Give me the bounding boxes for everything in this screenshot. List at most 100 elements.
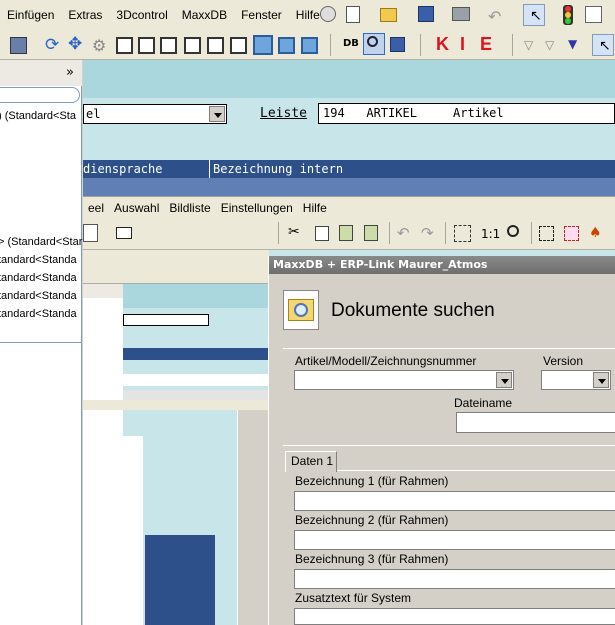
tree-item[interactable]: tandard<Standa — [0, 290, 77, 302]
dialog-title[interactable]: MaxxDB + ERP-Link Maurer_Atmos — [269, 256, 615, 274]
bez1-label: Bezeichnung 1 (für Rahmen) — [295, 474, 449, 488]
db-label[interactable]: DB — [343, 38, 359, 49]
redo-icon[interactable]: ↷ — [421, 224, 434, 242]
nested-dialog — [237, 410, 269, 625]
zusatz-input[interactable] — [294, 608, 615, 625]
undo-2-icon[interactable]: ↶ — [397, 224, 410, 242]
menu-einstellungen[interactable]: Einstellungen — [216, 201, 298, 215]
feature-tree-pane: » ) (Standard<Sta > (Standard<Star tanda… — [0, 60, 82, 625]
menu-auswahl[interactable]: Auswahl — [109, 201, 164, 215]
filter-select-icon[interactable]: ▽ — [545, 38, 554, 52]
form-top-band — [83, 60, 615, 98]
pane-header: » — [0, 60, 82, 86]
copy-icon[interactable] — [315, 226, 329, 241]
paste-icon[interactable] — [339, 225, 353, 241]
artikel-combo[interactable] — [294, 370, 514, 390]
dialog-heading: Dokumente suchen — [331, 300, 495, 321]
pin-icon[interactable] — [320, 6, 336, 22]
filter-blue-icon[interactable]: ▼ — [568, 37, 577, 51]
shaded-edges-icon[interactable] — [278, 37, 295, 54]
zoom-ratio-button[interactable]: 1:1 — [481, 227, 500, 241]
tab-daten-1[interactable]: Daten 1 — [285, 451, 337, 472]
save-icon[interactable] — [418, 6, 434, 22]
menu-fenster[interactable]: Fenster — [234, 8, 289, 22]
i-button[interactable]: I — [460, 34, 465, 55]
view-cube-2-icon[interactable] — [138, 37, 155, 54]
shaded-cube-icon[interactable] — [301, 37, 318, 54]
e-button[interactable]: E — [480, 34, 492, 55]
bez1-input[interactable] — [294, 491, 615, 511]
undo-icon[interactable]: ↶ — [488, 7, 501, 26]
gear-icon[interactable]: ⚙ — [92, 36, 109, 55]
tab-baseline — [337, 470, 615, 471]
version-combo[interactable] — [541, 370, 611, 390]
artikel-dropdown-icon[interactable] — [496, 372, 512, 388]
pan-icon[interactable]: ✥ — [68, 34, 85, 54]
cut-icon[interactable]: ✂ — [288, 224, 300, 240]
paste-special-icon[interactable] — [364, 225, 378, 241]
select-cursor-icon[interactable]: ↖ — [523, 4, 545, 26]
version-dropdown-icon[interactable] — [593, 372, 609, 388]
leiste-label: Leiste — [260, 106, 307, 121]
new-file-icon[interactable] — [346, 6, 360, 23]
db-search-icon[interactable] — [363, 33, 385, 55]
view-cube-6-icon[interactable] — [230, 37, 247, 54]
rotate-icon[interactable]: ⟳ — [45, 35, 62, 55]
selection-combo[interactable]: el — [83, 104, 227, 124]
header-strip-bottom — [83, 178, 615, 196]
artikel-label: Artikel/Modell/Zeichnungsnummer — [295, 354, 477, 368]
shaded-view-icon[interactable] — [253, 35, 273, 55]
view-cube-5-icon[interactable] — [207, 37, 224, 54]
menu-maxxdb[interactable]: MaxxDB — [175, 8, 234, 22]
leiste-field[interactable]: 194 ARTIKEL Artikel — [318, 103, 615, 124]
zoom-icon[interactable] — [507, 225, 519, 237]
k-button[interactable]: K — [436, 34, 449, 55]
select-red-icon[interactable] — [564, 226, 579, 241]
menu-eel[interactable]: eel — [83, 201, 109, 215]
menu-hilfe-2[interactable]: Hilfe — [298, 201, 332, 215]
menu-bildliste[interactable]: Bildliste — [164, 201, 215, 215]
select-rect-icon[interactable] — [539, 226, 554, 241]
menu-3dcontrol[interactable]: 3Dcontrol — [109, 8, 174, 22]
assembly-icon[interactable] — [10, 37, 27, 54]
menu-einfuegen[interactable]: Einfügen — [0, 8, 61, 22]
tree-item[interactable]: tandard<Standa — [0, 272, 77, 284]
nested-table — [145, 535, 215, 625]
tree-item[interactable]: tandard<Standa — [0, 308, 77, 320]
collapse-icon[interactable]: » — [66, 65, 74, 80]
paint-icon[interactable]: ♠ — [589, 225, 602, 241]
tree-item[interactable]: tandard<Standa — [0, 254, 77, 266]
column-divider — [209, 160, 210, 178]
column-header-bezeichnung[interactable]: Bezeichnung intern — [213, 162, 343, 176]
cursor-select-icon[interactable]: ↖ — [592, 34, 614, 56]
menu-extras[interactable]: Extras — [61, 8, 109, 22]
combo-dropdown-icon[interactable] — [209, 106, 225, 122]
print-icon[interactable] — [452, 7, 470, 21]
view-cube-1-icon[interactable] — [116, 37, 133, 54]
dateiname-label: Dateiname — [454, 396, 513, 410]
bez2-label: Bezeichnung 2 (für Rahmen) — [295, 513, 449, 527]
column-header-language[interactable]: diensprache — [83, 162, 162, 176]
tree-filter-input[interactable] — [0, 87, 80, 103]
filter-icon[interactable]: ▽ — [524, 38, 533, 52]
dateiname-input[interactable] — [456, 412, 615, 433]
nested-screenshot — [83, 250, 269, 625]
tree-item[interactable]: > (Standard<Star — [0, 236, 82, 248]
window2-toolbar: ✂ ↶ ↷ 1:1 ♠ — [83, 218, 615, 250]
nested-menu — [83, 250, 269, 266]
bez2-input[interactable] — [294, 530, 615, 550]
view-cube-4-icon[interactable] — [184, 37, 201, 54]
db-save-icon[interactable] — [390, 37, 405, 52]
bez3-input[interactable] — [294, 569, 615, 589]
open-folder-icon[interactable] — [380, 8, 397, 22]
options-list-icon[interactable] — [585, 6, 602, 23]
traffic-light-icon[interactable] — [563, 5, 573, 25]
zoom-fit-icon[interactable] — [454, 225, 471, 242]
mail-icon[interactable] — [116, 227, 132, 239]
preview-icon[interactable] — [83, 224, 98, 242]
window2-menu-bar: eel Auswahl Bildliste Einstellungen Hilf… — [83, 196, 615, 218]
column-header-strip: diensprache Bezeichnung intern — [83, 160, 615, 178]
nested-left-pane-2 — [83, 436, 143, 625]
view-cube-3-icon[interactable] — [160, 37, 177, 54]
tree-item[interactable]: ) (Standard<Sta — [0, 110, 76, 122]
